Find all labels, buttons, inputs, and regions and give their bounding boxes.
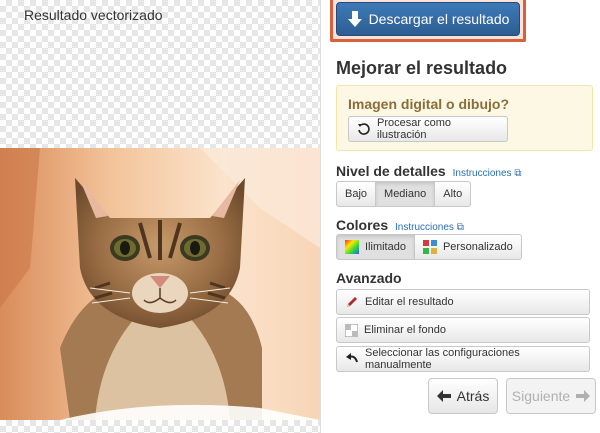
download-arrow-icon bbox=[347, 10, 363, 28]
advanced-label: Avanzado bbox=[336, 270, 402, 286]
colors-label: Colores bbox=[336, 217, 389, 233]
colors-instructions-link[interactable]: Instrucciones ⧉ bbox=[395, 222, 464, 233]
colors-selector: Ilimitado Personalizado bbox=[336, 234, 522, 260]
refresh-icon bbox=[357, 123, 371, 135]
detail-option-medium[interactable]: Mediano bbox=[375, 181, 436, 207]
manual-settings-label: Seleccionar las configuraciones manualme… bbox=[365, 347, 520, 371]
color-option-custom-label: Personalizado bbox=[442, 241, 513, 253]
details-instructions-link[interactable]: Instrucciones ⧉ bbox=[453, 168, 522, 179]
details-section-label: Nivel de detalles Instrucciones ⧉ bbox=[336, 163, 521, 179]
edit-result-label: Editar el resultado bbox=[365, 296, 454, 308]
color-gradient-icon bbox=[345, 240, 359, 254]
detail-option-low[interactable]: Bajo bbox=[336, 181, 377, 207]
arrow-left-icon bbox=[436, 390, 451, 402]
pencil-icon bbox=[345, 295, 359, 309]
color-option-custom[interactable]: Personalizado bbox=[413, 234, 522, 260]
options-panel: Descargar el resultado Mejorar el result… bbox=[322, 0, 600, 433]
panel-divider bbox=[320, 0, 321, 433]
next-button[interactable]: Siguiente bbox=[506, 378, 596, 414]
download-highlight: Descargar el resultado bbox=[330, 0, 526, 42]
colors-section-label: Colores Instrucciones ⧉ bbox=[336, 217, 464, 233]
process-illustration-label: Procesar como ilustración bbox=[377, 117, 451, 141]
improve-title: Mejorar el resultado bbox=[336, 58, 508, 78]
process-illustration-button[interactable]: Procesar como ilustración bbox=[348, 116, 508, 142]
details-selector: Bajo Mediano Alto bbox=[336, 181, 472, 207]
back-button[interactable]: Atrás bbox=[428, 378, 498, 414]
download-button[interactable]: Descargar el resultado bbox=[336, 2, 520, 36]
cat-image bbox=[0, 148, 320, 420]
details-label: Nivel de detalles bbox=[336, 163, 446, 179]
color-option-unlimited[interactable]: Ilimitado bbox=[336, 234, 415, 260]
remove-background-button[interactable]: Eliminar el fondo bbox=[336, 317, 590, 343]
illustration-alert: Imagen digital o dibujo? Procesar como i… bbox=[336, 85, 593, 151]
background-icon bbox=[345, 323, 358, 337]
arrow-right-icon bbox=[576, 390, 591, 402]
alert-question: Imagen digital o dibujo? bbox=[348, 96, 509, 112]
vectorized-preview: Resultado vectorizado bbox=[0, 0, 320, 433]
external-link-icon: ⧉ bbox=[456, 222, 464, 233]
undo-icon bbox=[345, 353, 359, 365]
edit-result-button[interactable]: Editar el resultado bbox=[336, 289, 590, 315]
external-link-icon: ⧉ bbox=[514, 168, 522, 179]
preview-title: Resultado vectorizado bbox=[24, 7, 163, 23]
detail-option-high[interactable]: Alto bbox=[434, 181, 472, 207]
color-option-unlimited-label: Ilimitado bbox=[365, 241, 406, 253]
back-label: Atrás bbox=[456, 388, 490, 404]
next-label: Siguiente bbox=[511, 388, 571, 404]
color-palette-icon bbox=[422, 240, 437, 254]
manual-settings-button[interactable]: Seleccionar las configuraciones manualme… bbox=[336, 346, 590, 372]
download-label: Descargar el resultado bbox=[368, 11, 510, 27]
remove-background-label: Eliminar el fondo bbox=[364, 324, 446, 336]
